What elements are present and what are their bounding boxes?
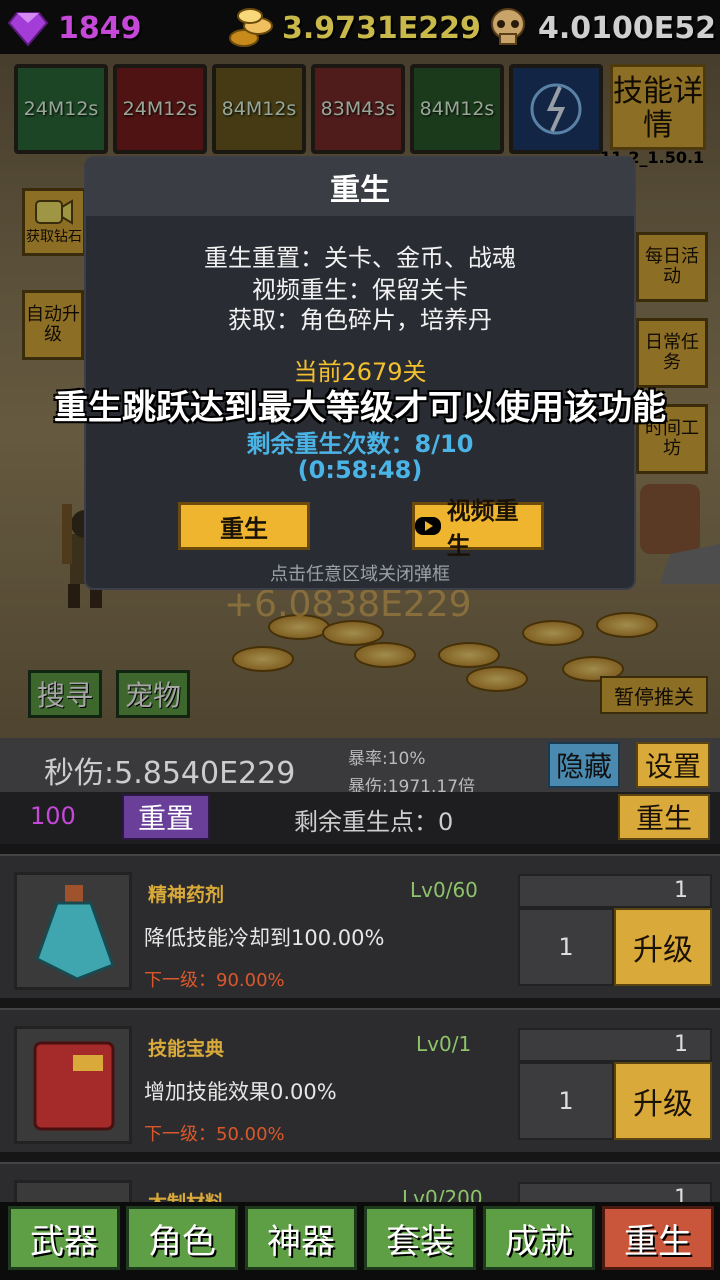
item-desc: 增加技能效果0.00% xyxy=(144,1080,337,1104)
remaining-rebirth-points: 剩余重生点：0 xyxy=(294,808,454,836)
amount-input[interactable]: 1 xyxy=(518,874,712,908)
reset-button[interactable]: 重置 xyxy=(122,794,210,840)
rebirth-dialog: 重生 重生重置：关卡、金币、战魂 视频重生：保留关卡 获取：角色碎片，培养丹 当… xyxy=(84,156,636,590)
tab-weapons[interactable]: 武器 xyxy=(8,1206,120,1270)
dialog-title: 重生 xyxy=(86,158,634,216)
item-level: Lv0/1 xyxy=(416,1032,472,1056)
book-icon xyxy=(14,1026,132,1144)
rebirth-points-row: 100 重置 剩余重生点：0 重生 xyxy=(0,792,720,844)
toast-message: 重生跳跃达到最大等级才可以使用该功能 xyxy=(54,388,666,428)
rebirth-points: 100 xyxy=(30,802,76,830)
gold-value: 3.9731E229 xyxy=(282,10,481,46)
rebirth-timer: (0:58:48) xyxy=(297,456,423,484)
item-next-level: 下一级：50.00% xyxy=(144,1124,285,1145)
souls-counter: 4.0100E52 xyxy=(484,8,716,48)
item-name: 精神药剂 xyxy=(148,884,225,906)
upgrade-list[interactable]: 精神药剂 Lv0/60 降低技能冷却到100.00% 下一级：90.00% 1 … xyxy=(0,844,720,1202)
currency-bar: 1849 3.9731E229 4.0100E52 xyxy=(0,0,720,54)
amount-input[interactable]: 1 xyxy=(518,1182,712,1202)
item-desc: 降低技能冷却到100.00% xyxy=(144,926,385,950)
quantity-field[interactable]: 1 xyxy=(518,1062,614,1140)
rebirth-tab-button[interactable]: 重生 xyxy=(618,794,710,840)
video-rebirth-button[interactable]: 视频重生 xyxy=(412,497,544,560)
wood-icon xyxy=(14,1180,132,1202)
list-item: 精神药剂 Lv0/60 降低技能冷却到100.00% 下一级：90.00% 1 … xyxy=(0,854,720,998)
upgrade-button[interactable]: 升级 xyxy=(614,1062,712,1140)
item-name: 木制材料 xyxy=(148,1188,224,1202)
stats-bar: 秒伤:5.8540E229 暴率:10% 暴伤:1971.17倍 隐藏 设置 xyxy=(0,738,720,797)
amount-input[interactable]: 1 xyxy=(518,1028,712,1062)
gem-icon xyxy=(4,4,52,52)
tab-sets[interactable]: 套装 xyxy=(364,1206,476,1270)
item-name: 技能宝典 xyxy=(148,1038,225,1060)
rebirth-button[interactable]: 重生 xyxy=(178,502,310,550)
upgrade-button[interactable]: 升级 xyxy=(614,908,712,986)
list-item: 技能宝典 Lv0/1 增加技能效果0.00% 下一级：50.00% 1 1 升级 xyxy=(0,1008,720,1152)
close-hint: 点击任意区域关闭弹框 xyxy=(270,564,450,585)
souls-value: 4.0100E52 xyxy=(538,10,717,46)
crit-rate: 暴率:10% xyxy=(348,749,426,769)
video-icon xyxy=(415,517,441,535)
gold-coins-icon xyxy=(228,4,276,52)
dps-value: 秒伤:5.8540E229 xyxy=(44,756,296,791)
tab-characters[interactable]: 角色 xyxy=(126,1206,238,1270)
item-next-level: 下一级：90.00% xyxy=(144,970,285,991)
tab-achievements[interactable]: 成就 xyxy=(483,1206,595,1270)
potion-icon xyxy=(14,872,132,990)
dialog-line-gain: 获取：角色碎片，培养丹 xyxy=(228,306,492,334)
bottom-tab-bar: 武器 角色 神器 套装 成就 重生 xyxy=(0,1202,720,1280)
dialog-line-reset: 重生重置：关卡、金币、战魂 xyxy=(204,244,516,272)
gold-counter: 3.9731E229 xyxy=(228,8,481,48)
item-level: Lv0/60 xyxy=(410,878,478,902)
gems-value: 1849 xyxy=(58,10,142,46)
tab-rebirth[interactable]: 重生 xyxy=(602,1206,714,1270)
gems-counter: 1849 xyxy=(4,8,142,48)
remaining-rebirths: 剩余重生次数：8/10 xyxy=(246,430,474,458)
hide-button[interactable]: 隐藏 xyxy=(548,742,620,788)
item-level: Lv0/200 xyxy=(402,1186,483,1202)
quantity-field[interactable]: 1 xyxy=(518,908,614,986)
tab-artifacts[interactable]: 神器 xyxy=(245,1206,357,1270)
settings-button[interactable]: 设置 xyxy=(636,742,710,788)
skull-icon xyxy=(484,4,532,52)
list-item: 木制材料 Lv0/200 1 xyxy=(0,1162,720,1202)
